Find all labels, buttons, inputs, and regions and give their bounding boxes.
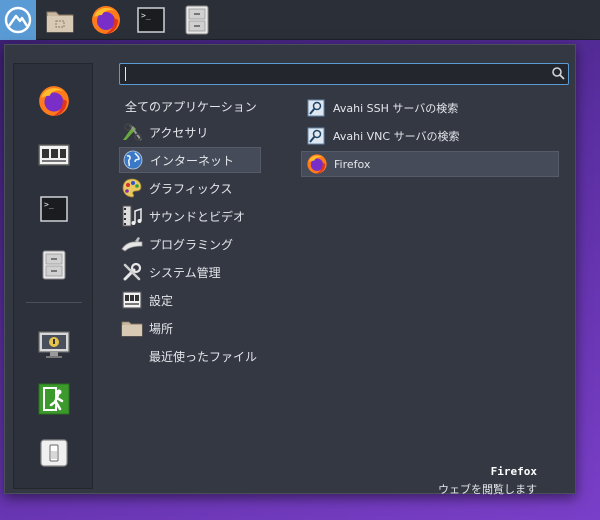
category-accessories[interactable]: アクセサリ xyxy=(119,119,261,145)
app-description-text: ウェブを閲覧します xyxy=(438,483,537,496)
file-manager-button[interactable] xyxy=(40,0,80,40)
app-description-title: Firefox xyxy=(490,465,537,478)
terminal-icon: >_ xyxy=(137,7,165,33)
category-all-applications[interactable]: 全てのアプリケーション xyxy=(119,93,261,119)
favorite-terminal[interactable]: >_ xyxy=(14,186,94,232)
favorite-settings[interactable] xyxy=(14,132,94,178)
taskbar: >_ xyxy=(0,0,600,40)
firefox-taskbar-button[interactable] xyxy=(86,0,126,40)
svg-text:>_: >_ xyxy=(44,200,54,209)
application-menu: >_ 全てのアプリケーション アクセサリ インターネット グラフィックス サウン… xyxy=(4,44,576,496)
category-system-administration[interactable]: システム管理 xyxy=(119,259,261,285)
category-internet[interactable]: インターネット xyxy=(119,147,261,173)
category-label: グラフィックス xyxy=(149,181,233,196)
graphics-palette-icon xyxy=(121,177,143,199)
category-sound-and-video[interactable]: サウンドとビデオ xyxy=(119,203,261,229)
category-label: アクセサリ xyxy=(149,125,209,140)
category-label: 最近使ったファイル xyxy=(149,349,258,364)
terminal-icon: >_ xyxy=(40,196,68,222)
system-tools-icon xyxy=(121,261,143,283)
file-cabinet-icon xyxy=(185,5,209,35)
category-graphics[interactable]: グラフィックス xyxy=(119,175,261,201)
favorite-shutdown[interactable] xyxy=(14,430,94,476)
folder-icon xyxy=(121,317,143,339)
terminal-taskbar-button[interactable]: >_ xyxy=(134,0,168,40)
category-label: 全てのアプリケーション xyxy=(125,99,257,114)
firefox-icon xyxy=(39,86,69,116)
app-label: Firefox xyxy=(334,157,371,171)
search-input[interactable] xyxy=(119,63,569,85)
app-label: Avahi SSH サーバの検索 xyxy=(333,102,459,115)
shutdown-icon xyxy=(40,439,68,467)
app-avahi-vnc[interactable]: Avahi VNC サーバの検索 xyxy=(301,123,559,149)
category-label: 設定 xyxy=(149,293,174,308)
mountain-logo-icon xyxy=(4,6,32,34)
programming-icon xyxy=(121,233,143,255)
favorite-lock-screen[interactable] xyxy=(14,322,94,368)
category-places[interactable]: 場所 xyxy=(119,315,261,341)
firefox-icon xyxy=(92,6,120,34)
globe-icon xyxy=(122,149,144,171)
lock-screen-icon xyxy=(38,331,70,358)
category-settings[interactable]: 設定 xyxy=(119,287,261,313)
category-label: インターネット xyxy=(150,153,235,168)
favorite-archive[interactable] xyxy=(14,242,94,288)
app-label: Avahi VNC サーバの検索 xyxy=(333,130,460,143)
favorite-logout[interactable] xyxy=(14,376,94,422)
settings-panel-icon xyxy=(38,144,70,166)
logout-icon xyxy=(38,383,70,415)
category-recent-files[interactable]: 最近使ったファイル xyxy=(119,343,261,369)
app-firefox[interactable]: Firefox xyxy=(301,151,559,177)
multimedia-icon xyxy=(121,205,143,227)
search-icon[interactable] xyxy=(551,66,565,80)
avahi-search-icon xyxy=(305,125,327,147)
archive-taskbar-button[interactable] xyxy=(180,0,214,40)
favorites-separator xyxy=(26,302,82,303)
category-programming[interactable]: プログラミング xyxy=(119,231,261,257)
app-avahi-ssh[interactable]: Avahi SSH サーバの検索 xyxy=(301,95,559,121)
settings-icon xyxy=(121,289,143,311)
category-label: サウンドとビデオ xyxy=(149,209,246,224)
folder-icon xyxy=(46,11,74,33)
svg-text:>_: >_ xyxy=(141,11,151,20)
category-label: システム管理 xyxy=(149,265,221,280)
text-caret xyxy=(125,67,126,81)
category-label: プログラミング xyxy=(149,237,234,252)
avahi-search-icon xyxy=(305,97,327,119)
favorite-firefox[interactable] xyxy=(14,78,94,124)
favorites-sidebar: >_ xyxy=(13,63,93,489)
firefox-icon xyxy=(306,153,328,175)
accessories-icon xyxy=(121,121,143,143)
menu-logo-button[interactable] xyxy=(0,0,36,40)
category-label: 場所 xyxy=(149,321,174,336)
file-cabinet-icon xyxy=(42,250,66,280)
